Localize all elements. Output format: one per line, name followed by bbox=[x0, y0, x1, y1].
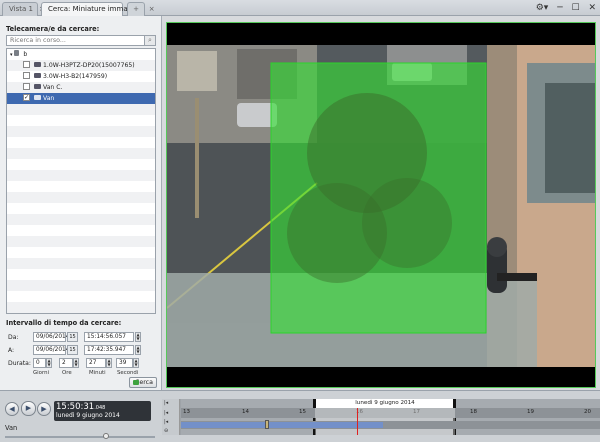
camera-label: 3.0W-H3-B2(147959) bbox=[43, 73, 108, 80]
tab-label: Vista 1 bbox=[9, 5, 33, 13]
playhead[interactable] bbox=[357, 408, 358, 435]
hours-stepper[interactable]: ▲ ▼ bbox=[73, 358, 79, 368]
minimize-icon[interactable]: ─ bbox=[557, 3, 562, 13]
camera-label: Van C. bbox=[43, 84, 63, 91]
tab-search-thumbnails[interactable]: Cerca: Miniature immagine × bbox=[41, 2, 155, 16]
calendar-icon[interactable]: 15 bbox=[67, 332, 78, 342]
seconds-stepper[interactable]: ▲ ▼ bbox=[133, 358, 139, 368]
previous-frame-button[interactable]: ◀ bbox=[5, 402, 19, 416]
timeline-event-marker[interactable] bbox=[265, 420, 269, 429]
tree-root[interactable]: ▾ b bbox=[7, 49, 155, 60]
step-back-icon[interactable]: |◂ bbox=[164, 419, 168, 425]
video-view[interactable] bbox=[166, 22, 596, 388]
tick-label: 13 bbox=[183, 409, 190, 415]
duration-minutes-field[interactable]: 27 bbox=[86, 358, 106, 368]
to-time-stepper[interactable]: ▲ ▼ bbox=[135, 345, 141, 355]
window-controls: ⚙▾ ─ ☐ ✕ bbox=[530, 3, 596, 13]
camera-frame-image bbox=[167, 23, 595, 387]
playback-clock: 15:50:31.048 lunedì 9 giugno 2014 bbox=[54, 401, 151, 421]
camera-row[interactable]: Van C. bbox=[7, 82, 155, 93]
timeline-row-controls: |◂ |◂ |◂ ⊖ bbox=[162, 399, 180, 435]
recording-bar bbox=[181, 422, 383, 428]
camera-row[interactable]: 3.0W-H3-B2(147959) bbox=[7, 71, 155, 82]
zoom-icon[interactable]: ⊖ bbox=[164, 428, 168, 434]
timeline[interactable]: |◂ |◂ |◂ ⊖ lunedì 9 giugno 2014 13 14 15… bbox=[162, 399, 600, 435]
camera-heading: Telecamera/e da cercare: bbox=[6, 25, 100, 33]
camera-checkbox[interactable] bbox=[23, 82, 30, 90]
tree-root-label: b bbox=[23, 51, 28, 58]
search-panel: Telecamera/e da cercare: Ricerca in cors… bbox=[0, 16, 162, 442]
camera-checkbox[interactable] bbox=[23, 60, 30, 68]
calendar-icon[interactable]: 15 bbox=[67, 345, 78, 355]
days-unit-label: Giorni bbox=[33, 370, 50, 376]
playback-time: 15:50:31 bbox=[56, 402, 95, 412]
speed-slider-handle[interactable] bbox=[103, 433, 109, 439]
tick-label: 15 bbox=[299, 409, 306, 415]
duration-hours-field[interactable]: 2 bbox=[59, 358, 73, 368]
camera-icon bbox=[34, 94, 41, 100]
duration-label: Durata: bbox=[8, 360, 31, 367]
camera-checkbox[interactable] bbox=[23, 71, 30, 79]
playback-time-ms: .048 bbox=[94, 405, 106, 411]
camera-icon bbox=[34, 72, 41, 78]
tick-label: 19 bbox=[527, 409, 534, 415]
search-button[interactable]: Cerca bbox=[129, 377, 157, 388]
play-button[interactable]: ▶ bbox=[21, 401, 36, 416]
maximize-icon[interactable]: ☐ bbox=[572, 3, 580, 13]
speed-slider[interactable] bbox=[5, 433, 155, 439]
minutes-stepper[interactable]: ▲ ▼ bbox=[106, 358, 112, 368]
camera-search-input[interactable]: Ricerca in corso... ⌕ bbox=[6, 35, 156, 46]
duration-days-field[interactable]: 0 bbox=[33, 358, 46, 368]
camera-icon bbox=[34, 61, 41, 67]
timeline-date-label: lunedì 9 giugno 2014 bbox=[315, 399, 455, 408]
tick-label: 14 bbox=[242, 409, 249, 415]
to-label: A: bbox=[8, 347, 15, 354]
tick-label: 18 bbox=[470, 409, 477, 415]
minutes-unit-label: Minuti bbox=[89, 370, 106, 376]
hours-unit-label: Ore bbox=[62, 370, 72, 376]
close-tab-icon[interactable]: × bbox=[149, 5, 155, 13]
from-date-field[interactable]: 09/06/2014 bbox=[33, 332, 69, 342]
camera-row-selected[interactable]: ✓ Van bbox=[7, 93, 155, 104]
tab-bar: Vista 1× Cerca: Miniature immagine× + ⚙▾… bbox=[0, 0, 600, 16]
server-icon bbox=[14, 50, 20, 56]
seconds-unit-label: Secondi bbox=[117, 370, 139, 376]
search-arrow-icon bbox=[133, 380, 139, 385]
camera-icon bbox=[34, 83, 41, 89]
from-time-field[interactable]: 15:14:56.057 bbox=[84, 332, 134, 342]
timeline-track[interactable]: lunedì 9 giugno 2014 13 14 15 16 17 18 1… bbox=[181, 399, 600, 435]
collapse-icon[interactable]: ▾ bbox=[10, 52, 13, 58]
days-stepper[interactable]: ▲ ▼ bbox=[46, 358, 52, 368]
camera-tree: ▾ b 1.0W-H3PTZ-DP20(15007765) 3.0W-H3-B2… bbox=[6, 48, 156, 314]
playback-date: lunedì 9 giugno 2014 bbox=[56, 412, 120, 419]
close-window-icon[interactable]: ✕ bbox=[588, 3, 596, 13]
settings-icon[interactable]: ⚙▾ bbox=[536, 3, 549, 13]
playback-bar: ◀ ▶ ▶ 15:50:31.048 lunedì 9 giugno 2014 … bbox=[0, 390, 600, 442]
to-time-field[interactable]: 17:42:35.947 bbox=[84, 345, 134, 355]
to-date-field[interactable]: 09/06/2014 bbox=[33, 345, 69, 355]
tab-vista-1[interactable]: Vista 1× bbox=[2, 2, 45, 16]
interval-heading: Intervallo di tempo da cercare: bbox=[6, 319, 122, 327]
search-placeholder: Ricerca in corso... bbox=[10, 37, 66, 44]
tick-label: 20 bbox=[584, 409, 591, 415]
camera-label: 1.0W-H3PTZ-DP20(15007765) bbox=[43, 62, 135, 69]
camera-checkbox-checked[interactable]: ✓ bbox=[23, 93, 30, 101]
selected-camera-label: Van bbox=[5, 424, 18, 432]
from-time-stepper[interactable]: ▲ ▼ bbox=[135, 332, 141, 342]
from-label: Da: bbox=[8, 334, 19, 341]
duration-seconds-field[interactable]: 39 bbox=[116, 358, 133, 368]
camera-label: Van bbox=[43, 95, 55, 102]
step-back-icon[interactable]: |◂ bbox=[164, 410, 168, 416]
new-tab-button[interactable]: + bbox=[127, 2, 145, 16]
next-frame-button[interactable]: ▶ bbox=[37, 402, 51, 416]
camera-row[interactable]: 1.0W-H3PTZ-DP20(15007765) bbox=[7, 60, 155, 71]
search-icon[interactable]: ⌕ bbox=[144, 36, 155, 45]
step-back-icon[interactable]: |◂ bbox=[164, 400, 168, 406]
